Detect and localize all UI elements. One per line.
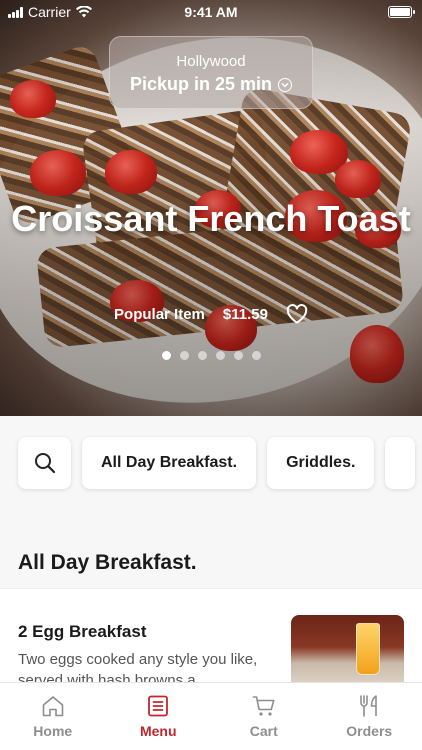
tab-orders[interactable]: Orders xyxy=(317,683,422,750)
tab-label: Orders xyxy=(346,723,393,739)
orange-juice-glass xyxy=(356,623,380,675)
status-time: 9:41 AM xyxy=(184,4,238,20)
location-selector[interactable]: Hollywood Pickup in 25 min xyxy=(109,36,313,109)
carousel-dot[interactable] xyxy=(215,351,225,360)
cart-icon xyxy=(252,696,275,716)
category-chips: All Day Breakfast. Griddles. xyxy=(18,437,416,489)
section-title: All Day Breakfast. xyxy=(18,551,197,574)
menu-item-description: Two eggs cooked any style you like, serv… xyxy=(18,651,258,682)
tab-cart[interactable]: Cart xyxy=(211,683,317,750)
menu-icon xyxy=(148,695,169,717)
category-chip-all-day-breakfast[interactable]: All Day Breakfast. xyxy=(82,437,257,489)
location-name: Hollywood xyxy=(176,53,246,70)
carousel-dot[interactable] xyxy=(179,351,189,360)
menu-item-card[interactable]: 2 Egg Breakfast Two eggs cooked any styl… xyxy=(0,588,422,682)
tab-bar: Home Menu Cart Orders xyxy=(0,682,422,750)
menu-item-image xyxy=(291,615,404,682)
tab-label: Cart xyxy=(249,723,278,739)
pickup-label: Pickup in 25 min xyxy=(129,74,273,94)
carousel-dot[interactable] xyxy=(161,351,171,360)
pickup-time: Pickup in 25 min xyxy=(110,74,312,95)
search-button[interactable] xyxy=(18,437,71,489)
category-chip-griddles[interactable]: Griddles. xyxy=(267,437,375,489)
hero-title: Croissant French Toast xyxy=(11,198,411,239)
tab-label: Home xyxy=(33,723,73,739)
fork-knife-icon xyxy=(360,695,378,717)
hero-price: $11.59 xyxy=(222,305,268,323)
heart-icon[interactable] xyxy=(286,304,308,324)
hero-meta: Popular Item $11.59 xyxy=(0,304,422,324)
menu-item-name: 2 Egg Breakfast xyxy=(18,622,147,641)
category-chip-more[interactable] xyxy=(385,437,416,489)
carousel-dots[interactable] xyxy=(0,351,422,360)
carousel-dot[interactable] xyxy=(251,351,261,360)
tab-menu[interactable]: Menu xyxy=(106,683,212,750)
battery-icon xyxy=(388,6,415,18)
chevron-down-icon xyxy=(278,77,293,92)
carousel-dot[interactable] xyxy=(197,351,207,360)
search-icon xyxy=(34,453,55,474)
tab-home[interactable]: Home xyxy=(0,683,106,750)
tab-label: Menu xyxy=(139,723,177,739)
home-icon xyxy=(42,696,64,717)
status-bar: Carrier 9:41 AM xyxy=(0,0,422,24)
hero-banner[interactable]: Carrier 9:41 AM Hollywood Pickup in 25 m… xyxy=(0,0,422,416)
carousel-dot[interactable] xyxy=(233,351,243,360)
popular-badge: Popular Item xyxy=(114,305,205,323)
